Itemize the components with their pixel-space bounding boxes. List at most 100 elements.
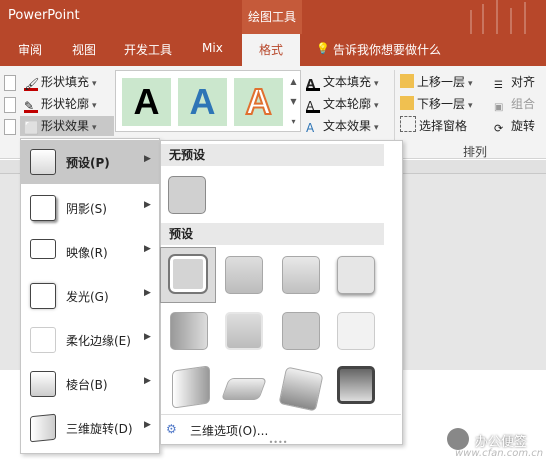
scroll-up-icon[interactable]: ▲: [287, 72, 300, 92]
lightbulb-icon: 💡: [316, 42, 330, 55]
text-effects-label: 文本效果: [323, 119, 372, 133]
tab-developer[interactable]: 开发工具: [124, 41, 172, 59]
wordart-style-gallery: A A A: [115, 70, 301, 132]
context-group-title: 绘图工具: [247, 10, 296, 24]
bring-forward-icon: [400, 74, 414, 88]
decoration-bar: [524, 2, 526, 34]
glow-icon: [30, 283, 56, 309]
preset-3[interactable]: [282, 256, 320, 294]
group-label: 组合: [511, 97, 536, 111]
send-backward-button[interactable]: 下移一层 ▾: [400, 94, 473, 114]
tab-review[interactable]: 审阅: [18, 41, 42, 59]
menu-item-preset[interactable]: 预设(P) ▶: [20, 140, 160, 184]
text-outline-button[interactable]: A 文本轮廓 ▾: [306, 94, 379, 114]
preset-8[interactable]: [337, 312, 375, 350]
chevron-down-icon: ▾: [374, 79, 379, 89]
decoration-bar: [470, 10, 472, 34]
preset-11[interactable]: [278, 366, 324, 412]
pen-icon: ✎: [24, 96, 38, 113]
menu-item-label: 映像(R): [66, 246, 108, 260]
preset-12[interactable]: [337, 366, 375, 404]
chevron-right-icon: ▶: [144, 376, 151, 386]
menu-item-label: 柔化边缘(E): [66, 334, 131, 348]
shape-edit-icon[interactable]: [4, 119, 16, 135]
menu-item-label: 三维旋转(D): [66, 422, 133, 436]
preset-9[interactable]: [172, 365, 210, 409]
soft-edges-icon: [30, 327, 56, 353]
tell-me-search[interactable]: 告诉我你想要做什么: [333, 41, 441, 58]
menu-item-soft-edges[interactable]: 柔化边缘(E) ▶: [20, 318, 160, 362]
text-fill-label: 文本填充: [323, 75, 372, 89]
no-preset-option[interactable]: [168, 176, 206, 214]
shape-fill-label: 形状填充: [41, 75, 90, 89]
decoration-bar: [510, 8, 512, 34]
wordart-style-blue[interactable]: A: [178, 78, 227, 126]
text-effects-button[interactable]: A 文本效果 ▾: [306, 116, 379, 136]
send-backward-label: 下移一层: [417, 97, 466, 111]
align-label: 对齐: [511, 75, 536, 89]
shape-effects-button[interactable]: ⬜ 形状效果 ▾: [20, 116, 114, 136]
shadow-icon: [30, 195, 56, 221]
arrange-group-label: 排列: [462, 145, 487, 159]
app-title: PowerPoint: [8, 8, 80, 23]
chevron-down-icon: ▾: [468, 79, 473, 89]
gallery-scroll[interactable]: ▲ ▼ ▾: [287, 72, 300, 132]
text-effects-icon: A: [306, 121, 315, 135]
preset-7[interactable]: [282, 312, 320, 350]
preset-1[interactable]: [170, 256, 206, 292]
no-preset-header: 无预设: [161, 144, 384, 166]
paint-bucket-icon: 🖌: [24, 74, 39, 91]
tab-format[interactable]: 格式: [242, 34, 300, 66]
menu-item-shadow[interactable]: 阴影(S) ▶: [20, 186, 160, 230]
scroll-down-icon[interactable]: ▼: [287, 92, 300, 112]
tab-mix[interactable]: Mix: [202, 41, 223, 59]
menu-item-3d-rotation[interactable]: 三维旋转(D) ▶: [20, 406, 160, 450]
decoration-bar: [496, 0, 498, 34]
text-outline-label: 文本轮廓: [323, 97, 372, 111]
more-icon[interactable]: ▾: [287, 112, 300, 132]
shape-outline-button[interactable]: ✎ 形状轮廓 ▾: [24, 94, 97, 114]
selection-pane-icon: [400, 116, 416, 132]
selection-pane-button[interactable]: 选择窗格: [400, 116, 467, 136]
preset-4[interactable]: [337, 256, 375, 294]
preset-2[interactable]: [225, 256, 263, 294]
chevron-right-icon: ▶: [144, 244, 151, 254]
rotate-label: 旋转: [511, 119, 536, 133]
shape-fill-button[interactable]: 🖌 形状填充 ▾: [24, 72, 97, 92]
send-backward-icon: [400, 96, 414, 110]
context-group-drawing-tools: 绘图工具: [242, 0, 302, 34]
wordart-style-orange-outline[interactable]: A: [234, 78, 283, 126]
bring-forward-button[interactable]: 上移一层 ▾: [400, 72, 473, 92]
menu-item-bevel[interactable]: 棱台(B) ▶: [20, 362, 160, 406]
text-fill-button[interactable]: A 文本填充 ▾: [306, 72, 379, 92]
rotate-button[interactable]: ⟳ 旋转: [494, 116, 535, 136]
3d-rotation-icon: [30, 413, 56, 443]
menu-item-label: 阴影(S): [66, 202, 107, 216]
chevron-right-icon: ▶: [144, 288, 151, 298]
chevron-down-icon: ▾: [92, 123, 97, 133]
decoration-bar: [482, 4, 484, 34]
tab-view[interactable]: 视图: [72, 41, 96, 59]
wordart-style-black[interactable]: A: [122, 78, 171, 126]
preset-header: 预设: [161, 223, 384, 245]
preset-6[interactable]: [225, 312, 263, 350]
shape-edit-icon[interactable]: [4, 75, 16, 91]
3d-options-link[interactable]: 三维选项(O)...: [190, 422, 268, 439]
chevron-right-icon: ▶: [144, 154, 151, 164]
chevron-down-icon: ▾: [92, 101, 97, 111]
menu-item-label: 发光(G): [66, 290, 109, 304]
chevron-right-icon: ▶: [144, 332, 151, 342]
shape-effects-icon: ⬜: [24, 121, 39, 135]
chevron-down-icon: ▾: [374, 101, 379, 111]
shape-outline-label: 形状轮廓: [41, 97, 90, 111]
align-button[interactable]: ☰ 对齐: [494, 72, 535, 92]
group-button[interactable]: ▣ 组合: [494, 94, 535, 114]
resize-grip-icon[interactable]: ••••: [268, 439, 288, 447]
reflection-icon: [30, 239, 56, 259]
selection-pane-label: 选择窗格: [419, 119, 468, 133]
preset-5[interactable]: [170, 312, 208, 350]
shape-effects-label: 形状效果: [41, 119, 90, 133]
shape-edit-icon[interactable]: [4, 97, 16, 113]
menu-item-glow[interactable]: 发光(G) ▶: [20, 274, 160, 318]
menu-item-reflection[interactable]: 映像(R) ▶: [20, 230, 160, 274]
